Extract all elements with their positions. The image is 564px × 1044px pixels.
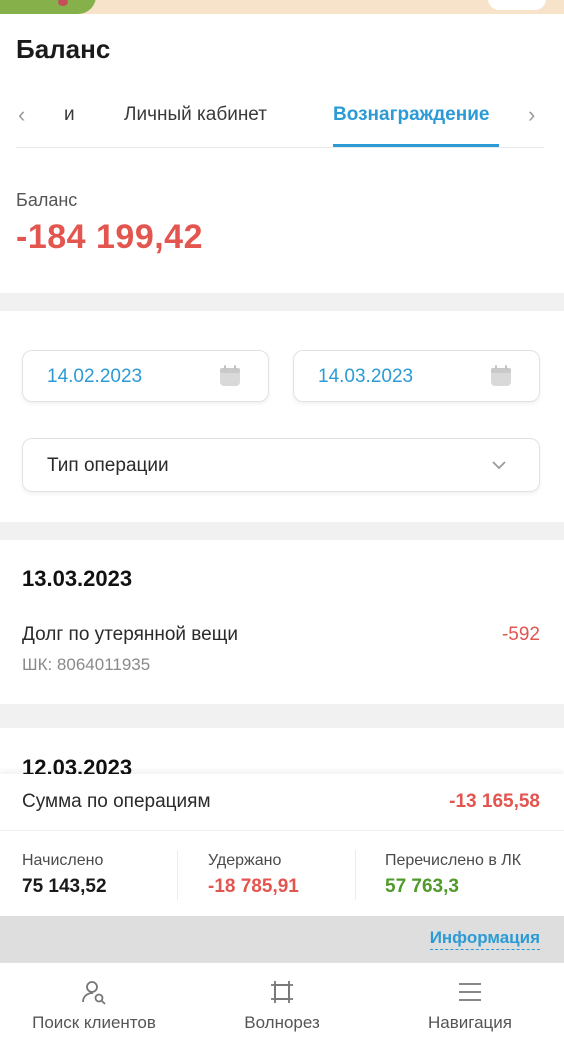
operation-amount: -592 xyxy=(501,624,540,645)
tabs-divider xyxy=(16,147,544,148)
tab-bar: ‹ и Личный кабинет Вознаграждение › xyxy=(0,96,564,148)
active-tab-indicator xyxy=(333,144,499,147)
date-to-field[interactable]: 14.03.2023 xyxy=(293,350,540,402)
date-from-field[interactable]: 14.02.2023 xyxy=(22,350,269,402)
transferred-label: Перечислено в ЛК xyxy=(385,852,522,869)
operation-date: 13.03.2023 xyxy=(22,566,133,591)
menu-icon xyxy=(459,983,481,1001)
transferred-value: 57 763,3 xyxy=(385,876,459,897)
summary-total-value: -13 165,58 xyxy=(449,791,540,812)
tab-personal-account[interactable]: Личный кабинет xyxy=(124,104,267,126)
section-divider xyxy=(0,522,564,540)
tabs-next-arrow-icon[interactable]: › xyxy=(528,102,535,128)
accrued-value: 75 143,52 xyxy=(22,876,107,897)
operations-summary-panel: Сумма по операциям -13 165,58 Начислено … xyxy=(0,774,564,916)
info-bar: Информация xyxy=(0,916,564,962)
summary-total-label: Сумма по операциям xyxy=(22,791,211,812)
balance-label: Баланс xyxy=(16,190,78,210)
info-link[interactable]: Информация xyxy=(429,928,540,950)
operation-type-placeholder: Тип операции xyxy=(47,455,169,476)
date-from-value: 14.02.2023 xyxy=(47,366,143,387)
section-divider xyxy=(0,293,564,311)
operation-name: Долг по утерянной вещи xyxy=(22,624,238,645)
operation-code: ШК: 8064011935 xyxy=(22,655,151,674)
column-divider xyxy=(177,850,178,900)
withheld-label: Удержано xyxy=(208,852,282,869)
section-divider xyxy=(0,704,564,728)
nav-volnorez-label: Волнорез xyxy=(244,1013,320,1032)
user-search-icon xyxy=(82,981,106,1005)
column-divider xyxy=(355,850,356,900)
operation-type-select[interactable]: Тип операции xyxy=(22,438,540,492)
calendar-icon xyxy=(491,365,511,386)
bottom-navigation: Поиск клиентов Волнорез Навигация xyxy=(0,962,564,1044)
accrued-label: Начислено xyxy=(22,852,104,869)
chevron-down-icon xyxy=(492,461,506,470)
page-title: Баланс xyxy=(16,34,111,64)
calendar-icon xyxy=(220,365,240,386)
nav-navigation-label: Навигация xyxy=(428,1013,512,1032)
nav-navigation[interactable]: Навигация xyxy=(376,963,564,1044)
summary-withheld: Удержано -18 785,91 xyxy=(208,852,299,898)
date-to-value: 14.03.2023 xyxy=(318,366,414,387)
banner-button[interactable] xyxy=(488,0,546,10)
nav-client-search-label: Поиск клиентов xyxy=(32,1013,156,1032)
summary-divider xyxy=(0,830,564,831)
top-banner-strip xyxy=(0,0,564,14)
banner-illustration xyxy=(0,0,96,14)
tab-reward[interactable]: Вознаграждение xyxy=(333,104,489,126)
tab-partial[interactable]: и xyxy=(64,104,75,126)
tabs-prev-arrow-icon[interactable]: ‹ xyxy=(18,102,25,128)
nav-client-search[interactable]: Поиск клиентов xyxy=(0,963,188,1044)
nav-volnorez[interactable]: Волнорез xyxy=(188,963,376,1044)
crop-icon xyxy=(271,981,293,1003)
summary-transferred: Перечислено в ЛК 57 763,3 xyxy=(385,852,521,898)
withheld-value: -18 785,91 xyxy=(208,876,299,897)
summary-accrued: Начислено 75 143,52 xyxy=(22,852,107,898)
balance-value: -184 199,42 xyxy=(16,218,203,256)
